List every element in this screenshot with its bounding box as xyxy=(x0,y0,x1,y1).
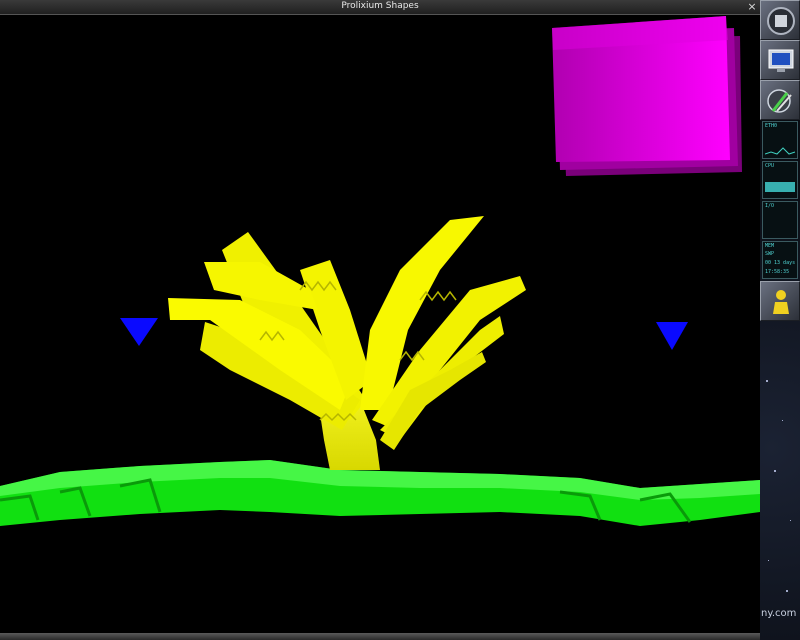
io-monitor: I/O xyxy=(762,201,798,239)
cpu-label: CPU xyxy=(765,163,775,169)
dock-tile-tools[interactable] xyxy=(760,80,800,120)
window-titlebar[interactable]: Prolixium Shapes × xyxy=(0,0,760,15)
close-button[interactable]: × xyxy=(746,0,758,13)
dock-tile-user[interactable] xyxy=(760,281,800,321)
window-title: Prolixium Shapes xyxy=(341,1,419,11)
magenta-panel xyxy=(552,16,742,176)
monitor-icon xyxy=(768,49,794,72)
dock-app-icon xyxy=(767,7,795,35)
desktop-watermark: ny.com xyxy=(761,608,797,619)
dock-panel: ETH0 CPU I/O MEM SWP 00 13 days 17:58:35 xyxy=(760,0,800,640)
eth-monitor: ETH0 xyxy=(762,121,798,159)
blue-triangle-right xyxy=(656,322,688,350)
cpu-monitor: CPU xyxy=(762,161,798,199)
swp-label: SWP xyxy=(765,251,775,257)
yellow-fern xyxy=(168,216,526,470)
user-icon xyxy=(773,290,789,314)
wrench-icon xyxy=(767,89,792,113)
dock-tile-monitor[interactable] xyxy=(760,40,800,80)
clock-readout: 17:58:35 xyxy=(765,269,790,275)
window-bottom-bar[interactable] xyxy=(0,633,760,640)
eth-label: ETH0 xyxy=(765,123,778,129)
uptime-label: 00 13 days xyxy=(765,260,796,266)
blue-triangle-left xyxy=(120,318,158,346)
dock-tile-app[interactable] xyxy=(760,0,800,40)
io-label: I/O xyxy=(765,203,775,209)
app-window: Prolixium Shapes × xyxy=(0,0,760,640)
mem-monitor: MEM SWP 00 13 days 17:58:35 xyxy=(762,241,798,279)
green-ribbon xyxy=(0,460,760,526)
mem-label: MEM xyxy=(765,243,775,249)
scene-canvas xyxy=(0,16,760,526)
